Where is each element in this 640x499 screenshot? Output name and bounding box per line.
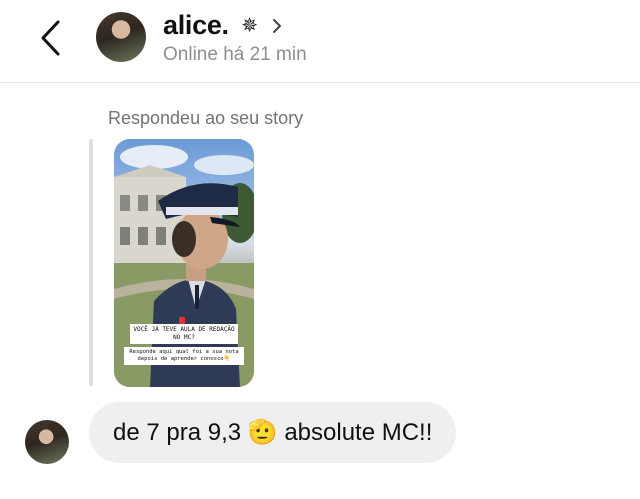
sparkle-icon: ✵: [241, 15, 258, 37]
question-sticker: VOCÊ JÁ TEVE AULA DE REDAÇÃO NO MC? Resp…: [124, 324, 244, 365]
story-reply-label: Respondeu ao seu story: [108, 108, 304, 128]
message-sender-avatar[interactable]: [25, 420, 69, 464]
contact-name: alice.: [163, 10, 229, 40]
contact-name-row[interactable]: alice. ✵: [163, 10, 284, 41]
sticker-question: VOCÊ JÁ TEVE AULA DE REDAÇÃO NO MC?: [130, 324, 238, 344]
contact-avatar[interactable]: [96, 12, 146, 62]
reply-indicator-bar: [89, 139, 93, 386]
online-status: Online há 21 min: [163, 44, 307, 65]
message-text: de 7 pra 9,3 🫡 absolute MC!!: [113, 419, 433, 446]
chevron-left-icon: [41, 20, 60, 56]
chevron-right-icon: [273, 18, 282, 33]
message-bubble[interactable]: de 7 pra 9,3 🫡 absolute MC!!: [89, 402, 457, 463]
chat-header: alice. ✵ Online há 21 min: [0, 0, 640, 83]
story-thumbnail[interactable]: VOCÊ JÁ TEVE AULA DE REDAÇÃO NO MC? Resp…: [114, 139, 254, 387]
sticker-answer: Responde aqui qual foi a sua nota depois…: [124, 347, 244, 365]
back-button[interactable]: [36, 18, 66, 58]
